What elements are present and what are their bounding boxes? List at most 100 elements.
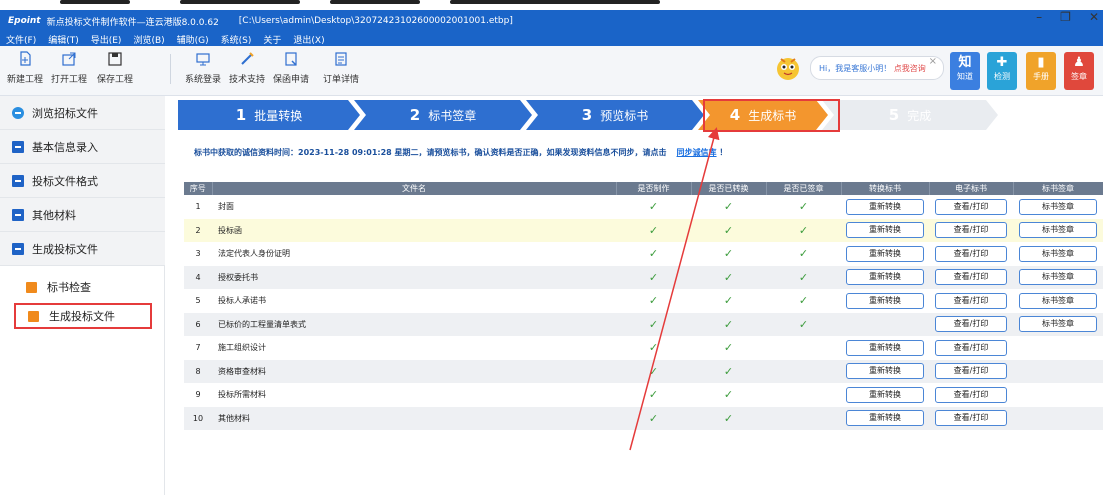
- minimize-icon[interactable]: –: [1036, 10, 1042, 24]
- reconvert-button[interactable]: 重新转换: [846, 410, 924, 427]
- reconvert-button[interactable]: 重新转换: [846, 245, 924, 262]
- toolbar-button[interactable]: 订单详情: [320, 50, 362, 85]
- close-icon[interactable]: ×: [929, 56, 937, 67]
- reconvert-button[interactable]: 重新转换: [846, 363, 924, 380]
- cell-no: 10: [184, 406, 212, 430]
- cell-made: ✓: [616, 242, 691, 266]
- sidebar-item-bid-format[interactable]: 投标文件格式: [0, 164, 165, 198]
- detect-tile[interactable]: ✚ 检测: [987, 52, 1017, 90]
- toolbar-button[interactable]: 系统登录: [182, 50, 224, 85]
- sidebar-item-label: 生成投标文件: [32, 242, 98, 256]
- step-label: 预览标书: [600, 108, 649, 123]
- sign-button[interactable]: 标书签章: [1019, 222, 1097, 239]
- row-number: 8: [195, 366, 201, 376]
- view-print-button[interactable]: 查看/打印: [935, 316, 1007, 333]
- view-print-button[interactable]: 查看/打印: [935, 363, 1007, 380]
- table-row[interactable]: 9 投标所需材料 ✓ ✓ 重新转换 查看/打印: [184, 383, 1103, 407]
- check-icon: ✓: [798, 200, 809, 214]
- view-print-button[interactable]: 查看/打印: [935, 339, 1007, 356]
- table-row[interactable]: 3 法定代表人身份证明 ✓ ✓ ✓ 重新转换 查看/打印 标书签章: [184, 242, 1103, 266]
- row-number: 10: [192, 413, 204, 423]
- reconvert-button[interactable]: 重新转换: [846, 339, 924, 356]
- sign-button[interactable]: 标书签章: [1019, 269, 1097, 286]
- cell-converted: ✓: [691, 242, 766, 266]
- manual-icon: ▮: [1037, 55, 1045, 70]
- table-row[interactable]: 6 已标价的工程量清单表式 ✓ ✓ ✓ 查看/打印 标书签章: [184, 312, 1103, 336]
- table-row[interactable]: 7 施工组织设计 ✓ ✓ 重新转换 查看/打印: [184, 336, 1103, 360]
- cell-view: 查看/打印: [929, 289, 1013, 313]
- reconvert-button[interactable]: 重新转换: [846, 198, 924, 215]
- sync-credit-link[interactable]: 同步诚信库: [677, 148, 717, 157]
- cell-no: 3: [184, 242, 212, 266]
- sign-button[interactable]: 标书签章: [1019, 292, 1097, 309]
- sidebar-subitem-bid-check[interactable]: 标书检查: [14, 274, 164, 300]
- check-icon: ✓: [723, 388, 734, 402]
- cell-made: ✓: [616, 383, 691, 407]
- close-window-icon[interactable]: ✕: [1089, 10, 1099, 24]
- table-row[interactable]: 5 投标人承诺书 ✓ ✓ ✓ 重新转换 查看/打印 标书签章: [184, 289, 1103, 313]
- toolbar-button[interactable]: 打开工程: [48, 50, 90, 85]
- menu-item[interactable]: 辅助(G): [177, 33, 209, 46]
- reconvert-button[interactable]: 重新转换: [846, 269, 924, 286]
- sidebar-item-generate-bid[interactable]: 生成投标文件: [0, 232, 165, 266]
- step-1[interactable]: 1 批量转换: [178, 100, 360, 130]
- reconvert-button[interactable]: 重新转换: [846, 222, 924, 239]
- reconvert-button[interactable]: 重新转换: [846, 292, 924, 309]
- sidebar-item-other-materials[interactable]: 其他材料: [0, 198, 165, 232]
- sign-button[interactable]: 标书签章: [1019, 245, 1097, 262]
- sign-button[interactable]: 标书签章: [1019, 316, 1097, 333]
- menu-item[interactable]: 浏览(B): [133, 33, 164, 46]
- toolbar-button[interactable]: 技术支持: [226, 50, 268, 85]
- menu-item[interactable]: 编辑(T): [48, 33, 79, 46]
- assistant-mascot-icon[interactable]: [774, 53, 802, 83]
- cell-name: 投标函: [212, 218, 616, 242]
- menu-item[interactable]: 关于: [263, 33, 281, 46]
- table-row[interactable]: 1 封面 ✓ ✓ ✓ 重新转换 查看/打印 标书签章: [184, 195, 1103, 219]
- reconvert-button[interactable]: 重新转换: [846, 386, 924, 403]
- view-print-button[interactable]: 查看/打印: [935, 269, 1007, 286]
- menu-item[interactable]: 退出(X): [293, 33, 324, 46]
- view-print-button[interactable]: 查看/打印: [935, 222, 1007, 239]
- cell-name: 法定代表人身份证明: [212, 242, 616, 266]
- view-print-button[interactable]: 查看/打印: [935, 245, 1007, 262]
- step-3[interactable]: 3 预览标书: [526, 100, 704, 130]
- cell-made: ✓: [616, 359, 691, 383]
- assistant-bubble[interactable]: Hi，我是客服小明！ 点我咨询 ×: [810, 56, 944, 80]
- assistant-link[interactable]: 点我咨询: [894, 64, 926, 73]
- view-print-button[interactable]: 查看/打印: [935, 198, 1007, 215]
- cell-made: ✓: [616, 218, 691, 242]
- cell-no: 4: [184, 265, 212, 289]
- toolbar-button[interactable]: 新建工程: [4, 50, 46, 85]
- file-name: 其他材料: [218, 413, 250, 423]
- view-print-button[interactable]: 查看/打印: [935, 292, 1007, 309]
- menu-item[interactable]: 文件(F): [6, 33, 36, 46]
- sidebar-subitem-generate-bid[interactable]: 生成投标文件: [14, 303, 152, 329]
- toolbar-button[interactable]: 保函申请: [270, 50, 312, 85]
- step-5[interactable]: 5 完成: [822, 100, 998, 130]
- column-header: 电子标书: [929, 182, 1014, 195]
- row-number: 9: [195, 390, 201, 400]
- cell-convert: 重新转换: [841, 289, 929, 313]
- knowledge-tile[interactable]: 知知道: [950, 52, 980, 90]
- edit-icon: [12, 140, 24, 153]
- sign-button[interactable]: 标书签章: [1019, 198, 1097, 215]
- table-row[interactable]: 4 授权委托书 ✓ ✓ ✓ 重新转换 查看/打印 标书签章: [184, 265, 1103, 289]
- toolbar-button[interactable]: 保存工程: [94, 50, 136, 85]
- menu-item[interactable]: 系统(S): [221, 33, 252, 46]
- table-row[interactable]: 10 其他材料 ✓ ✓ 重新转换 查看/打印: [184, 406, 1103, 430]
- view-print-button[interactable]: 查看/打印: [935, 386, 1007, 403]
- manual-tile[interactable]: ▮ 手册: [1026, 52, 1056, 90]
- table-row[interactable]: 2 投标函 ✓ ✓ ✓ 重新转换 查看/打印 标书签章: [184, 218, 1103, 242]
- signature-tile[interactable]: ♟ 签章: [1064, 52, 1094, 90]
- view-print-button[interactable]: 查看/打印: [935, 410, 1007, 427]
- table-row[interactable]: 8 资格审查材料 ✓ ✓ 重新转换 查看/打印: [184, 359, 1103, 383]
- cell-convert: 重新转换: [841, 195, 929, 219]
- signature-icon: ♟: [1073, 55, 1085, 70]
- restore-icon[interactable]: ❐: [1060, 10, 1071, 24]
- new-project-icon: [16, 50, 34, 68]
- sidebar-item-basic-info[interactable]: 基本信息录入: [0, 130, 165, 164]
- menu-item[interactable]: 导出(E): [91, 33, 122, 46]
- sidebar-item-browse-tender[interactable]: 浏览招标文件: [0, 96, 165, 130]
- check-icon: ✓: [798, 247, 809, 261]
- step-2[interactable]: 2 标书签章: [354, 100, 532, 130]
